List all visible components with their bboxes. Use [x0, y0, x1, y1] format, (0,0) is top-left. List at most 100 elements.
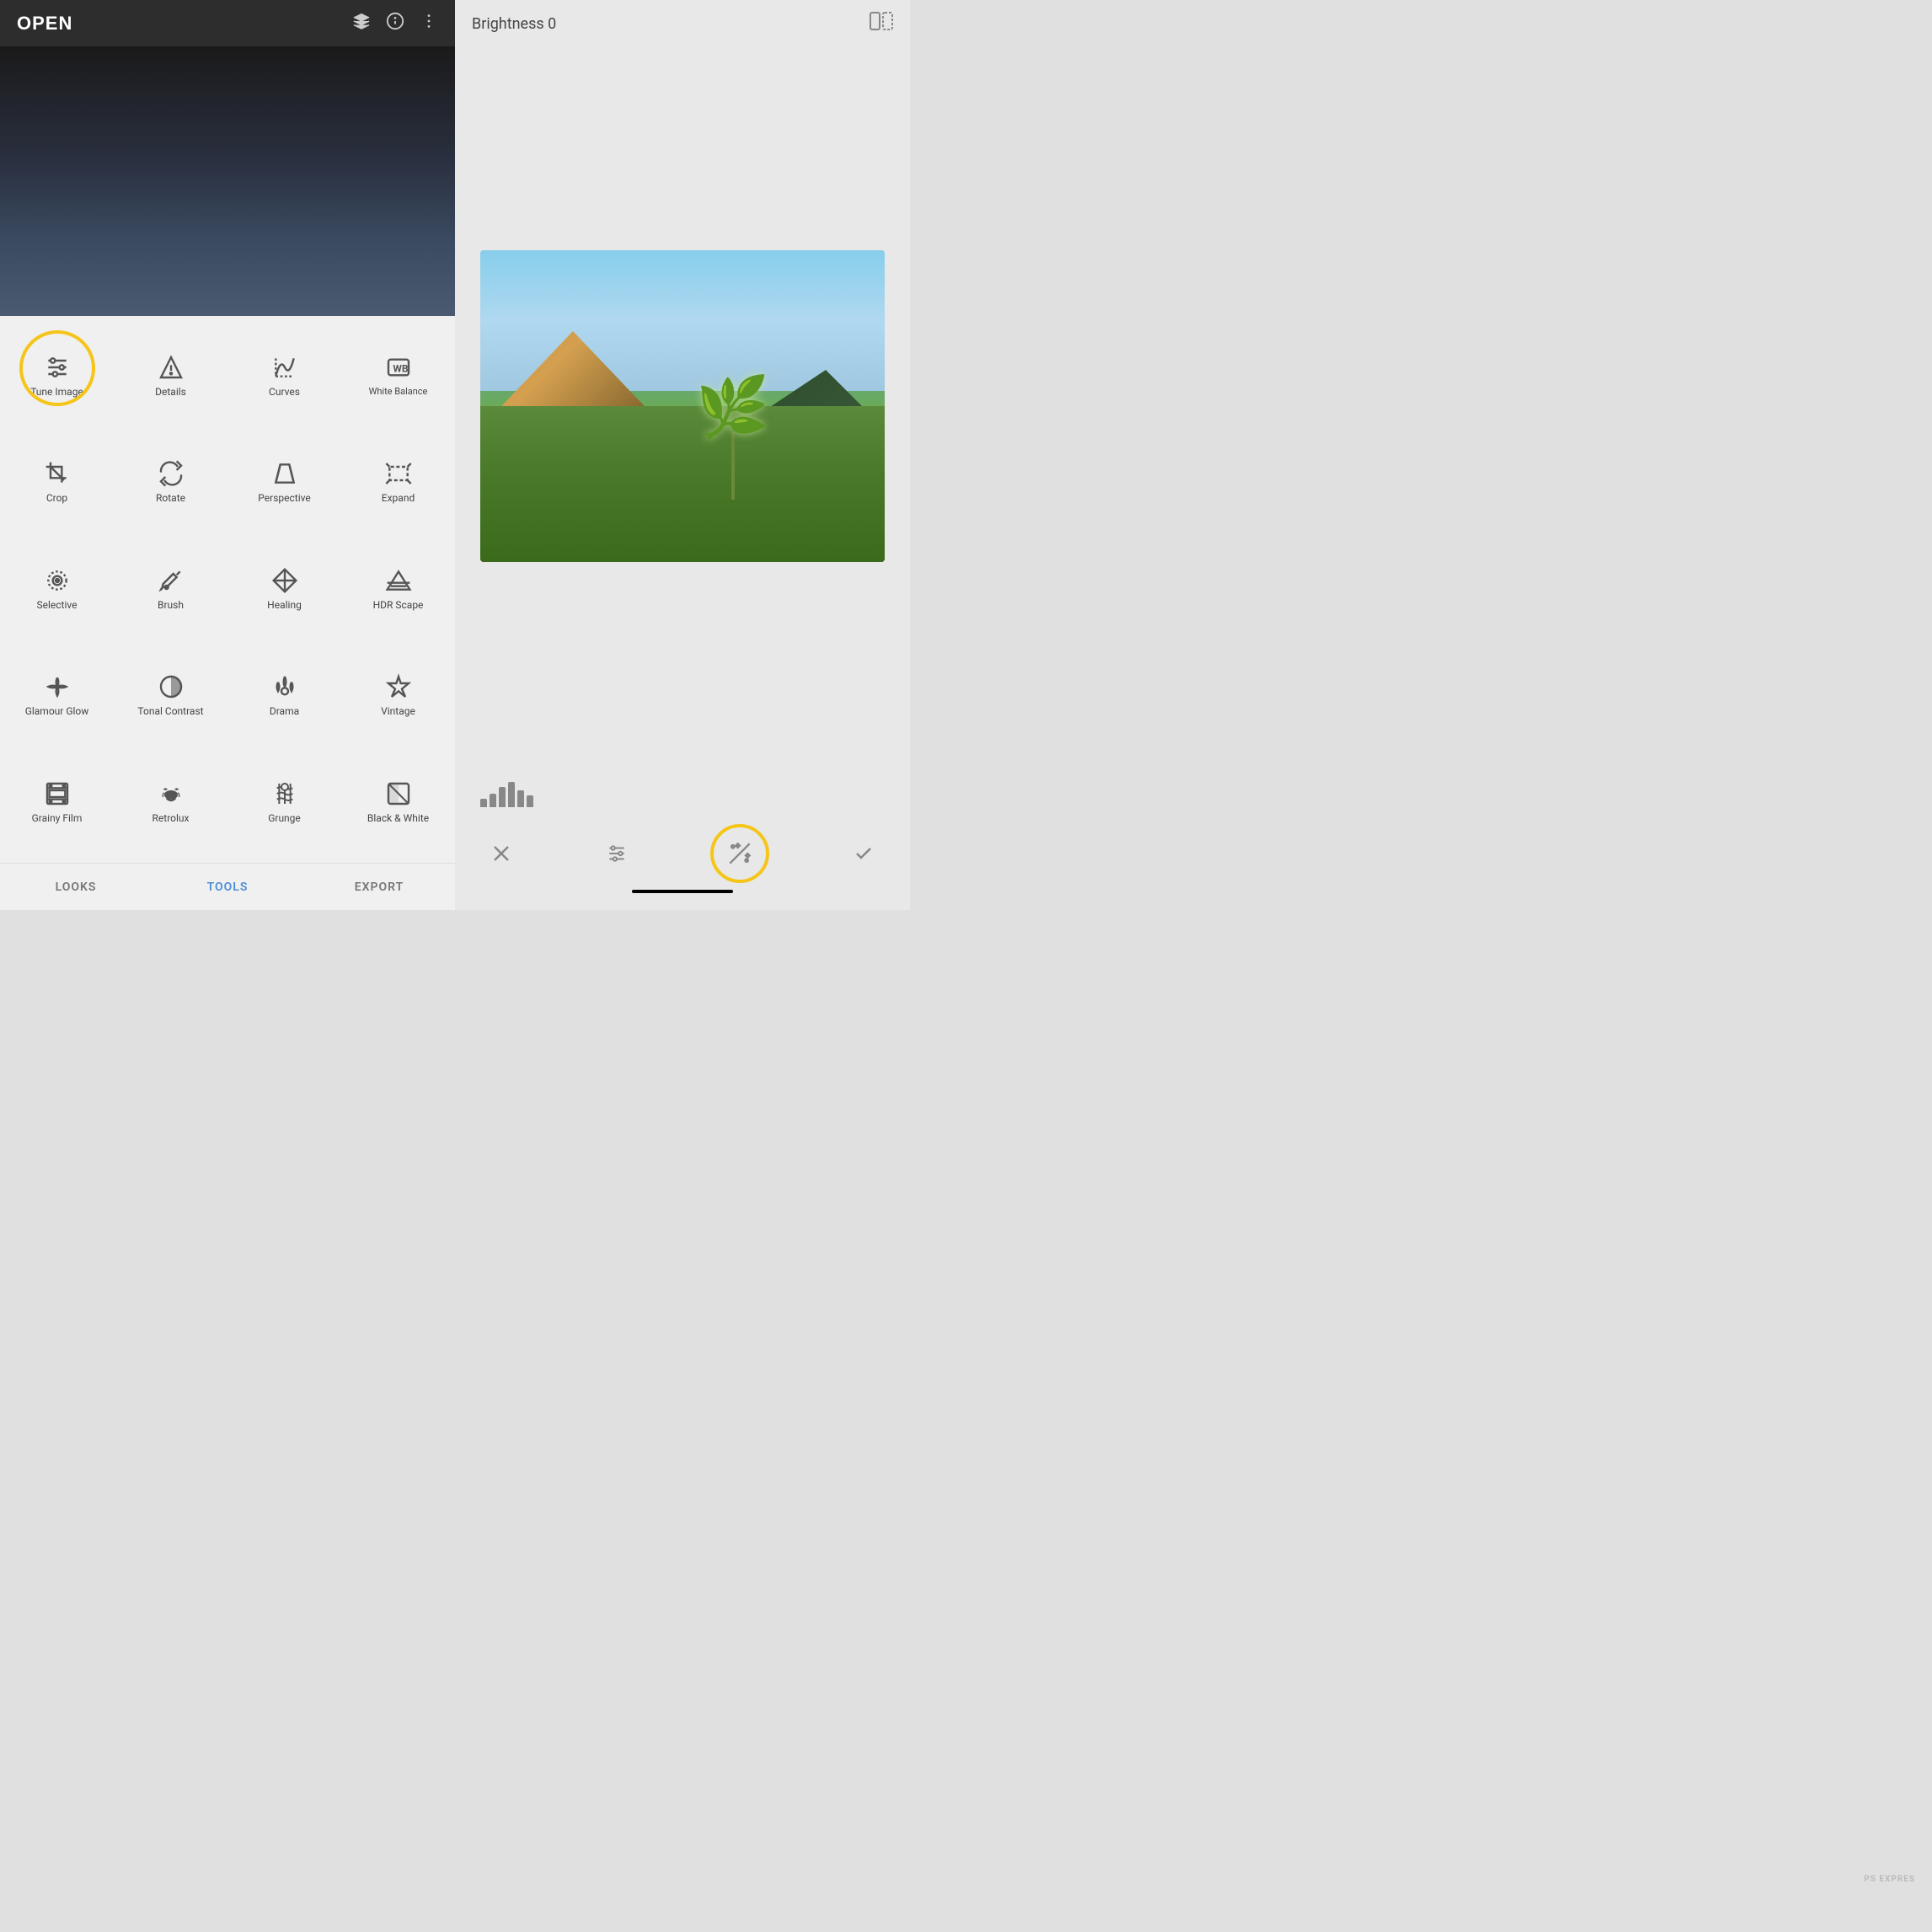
curves-icon [271, 354, 298, 381]
grunge-label: Grunge [268, 812, 301, 826]
grainy-film-label: Grainy Film [32, 812, 83, 826]
curves-label: Curves [269, 386, 300, 399]
brush-icon [158, 567, 185, 594]
hist-bar [527, 795, 533, 807]
glamour-glow-label: Glamour Glow [25, 705, 89, 719]
bottom-action-bar [472, 824, 893, 883]
tools-grid: Tune Image Details Curves [0, 316, 455, 863]
svg-text:WB: WB [393, 362, 409, 374]
tool-black-white[interactable]: Black & White [341, 749, 455, 856]
hist-bar [508, 782, 515, 807]
more-options-icon[interactable] [420, 12, 438, 35]
header-icons [352, 12, 438, 35]
drama-label: Drama [270, 705, 299, 719]
preview-dark [0, 46, 455, 240]
tune-image-label: Tune Image [30, 386, 83, 399]
info-icon[interactable] [386, 12, 404, 35]
open-button[interactable]: OPEN [17, 13, 72, 35]
hist-bar [517, 790, 524, 807]
selective-label: Selective [37, 599, 78, 613]
tool-brush[interactable]: Brush [114, 536, 227, 643]
tune-adjustments-button[interactable] [596, 832, 638, 875]
tool-curves[interactable]: Curves [227, 323, 341, 430]
tool-tonal-contrast[interactable]: Tonal Contrast [114, 643, 227, 750]
retrolux-icon [158, 780, 185, 807]
details-icon [158, 354, 185, 381]
perspective-label: Perspective [258, 492, 310, 506]
layers-icon[interactable] [352, 12, 371, 35]
tab-tools[interactable]: TOOLS [152, 880, 303, 894]
histogram-area [472, 773, 893, 807]
selective-icon [44, 567, 71, 594]
tool-expand[interactable]: Expand [341, 430, 455, 537]
hist-bar [499, 787, 506, 807]
grunge-icon [271, 780, 298, 807]
left-panel: OPEN [0, 0, 455, 910]
photo-flower: 🌿 [682, 373, 784, 500]
tool-grunge[interactable]: Grunge [227, 749, 341, 856]
tab-looks[interactable]: LOOKS [0, 880, 152, 894]
flower-stem [731, 432, 735, 500]
black-white-icon [385, 780, 412, 807]
drama-icon [271, 673, 298, 700]
magic-button[interactable] [710, 824, 769, 883]
compare-icon[interactable] [870, 12, 893, 35]
tool-healing[interactable]: Healing [227, 536, 341, 643]
tool-vintage[interactable]: Vintage [341, 643, 455, 750]
hdr-scape-label: HDR Scape [373, 599, 424, 613]
brush-label: Brush [158, 599, 184, 613]
retrolux-label: Retrolux [153, 812, 190, 826]
tool-hdr-scape[interactable]: HDR Scape [341, 536, 455, 643]
vintage-label: Vintage [381, 705, 415, 719]
tool-grainy-film[interactable]: Grainy Film [0, 749, 114, 856]
right-header: Brightness 0 [455, 0, 910, 47]
tonal-contrast-label: Tonal Contrast [137, 705, 203, 719]
glamour-glow-icon [44, 673, 71, 700]
tool-crop[interactable]: Crop [0, 430, 114, 537]
tab-export[interactable]: EXPORT [303, 880, 455, 894]
right-bottom [455, 765, 910, 910]
tool-retrolux[interactable]: Retrolux [114, 749, 227, 856]
confirm-button[interactable] [843, 832, 885, 875]
healing-label: Healing [267, 599, 302, 613]
right-panel: Brightness 0 🌿 [455, 0, 910, 910]
healing-icon [271, 567, 298, 594]
ps-express-logo-area: PS EXPRES [1864, 1869, 1915, 1885]
hist-bar [480, 799, 487, 807]
black-white-label: Black & White [367, 812, 429, 826]
expand-icon [385, 460, 412, 487]
flower-head: 🌿 [696, 373, 769, 442]
tool-details[interactable]: Details [114, 323, 227, 430]
tune-image-icon [44, 354, 71, 381]
hdr-scape-icon [385, 567, 412, 594]
grainy-film-icon [44, 780, 71, 807]
hist-bar [490, 794, 496, 807]
tool-glamour-glow[interactable]: Glamour Glow [0, 643, 114, 750]
home-bar [632, 890, 733, 893]
tool-rotate[interactable]: Rotate [114, 430, 227, 537]
tool-tune-image[interactable]: Tune Image [0, 323, 114, 430]
bottom-tab-bar: LOOKS TOOLS EXPORT [0, 863, 455, 910]
crop-icon [44, 460, 71, 487]
rotate-label: Rotate [156, 492, 185, 506]
crop-label: Crop [46, 492, 67, 506]
main-photo: 🌿 [480, 250, 885, 562]
cancel-button[interactable] [480, 832, 522, 875]
image-preview-area [0, 46, 455, 316]
tool-white-balance[interactable]: WB White Balance [341, 323, 455, 430]
brightness-label: Brightness 0 [472, 15, 556, 33]
details-label: Details [155, 386, 186, 399]
white-balance-label: White Balance [369, 386, 428, 398]
vintage-icon [385, 673, 412, 700]
perspective-icon [271, 460, 298, 487]
tool-perspective[interactable]: Perspective [227, 430, 341, 537]
expand-label: Expand [382, 492, 415, 506]
tool-drama[interactable]: Drama [227, 643, 341, 750]
tool-selective[interactable]: Selective [0, 536, 114, 643]
ps-express-logo: PS EXPRES [1864, 1875, 1915, 1884]
rotate-icon [158, 460, 185, 487]
right-image-area: 🌿 [455, 47, 910, 765]
tonal-contrast-icon [158, 673, 185, 700]
preview-bottom [0, 240, 455, 316]
white-balance-icon: WB [385, 354, 412, 381]
